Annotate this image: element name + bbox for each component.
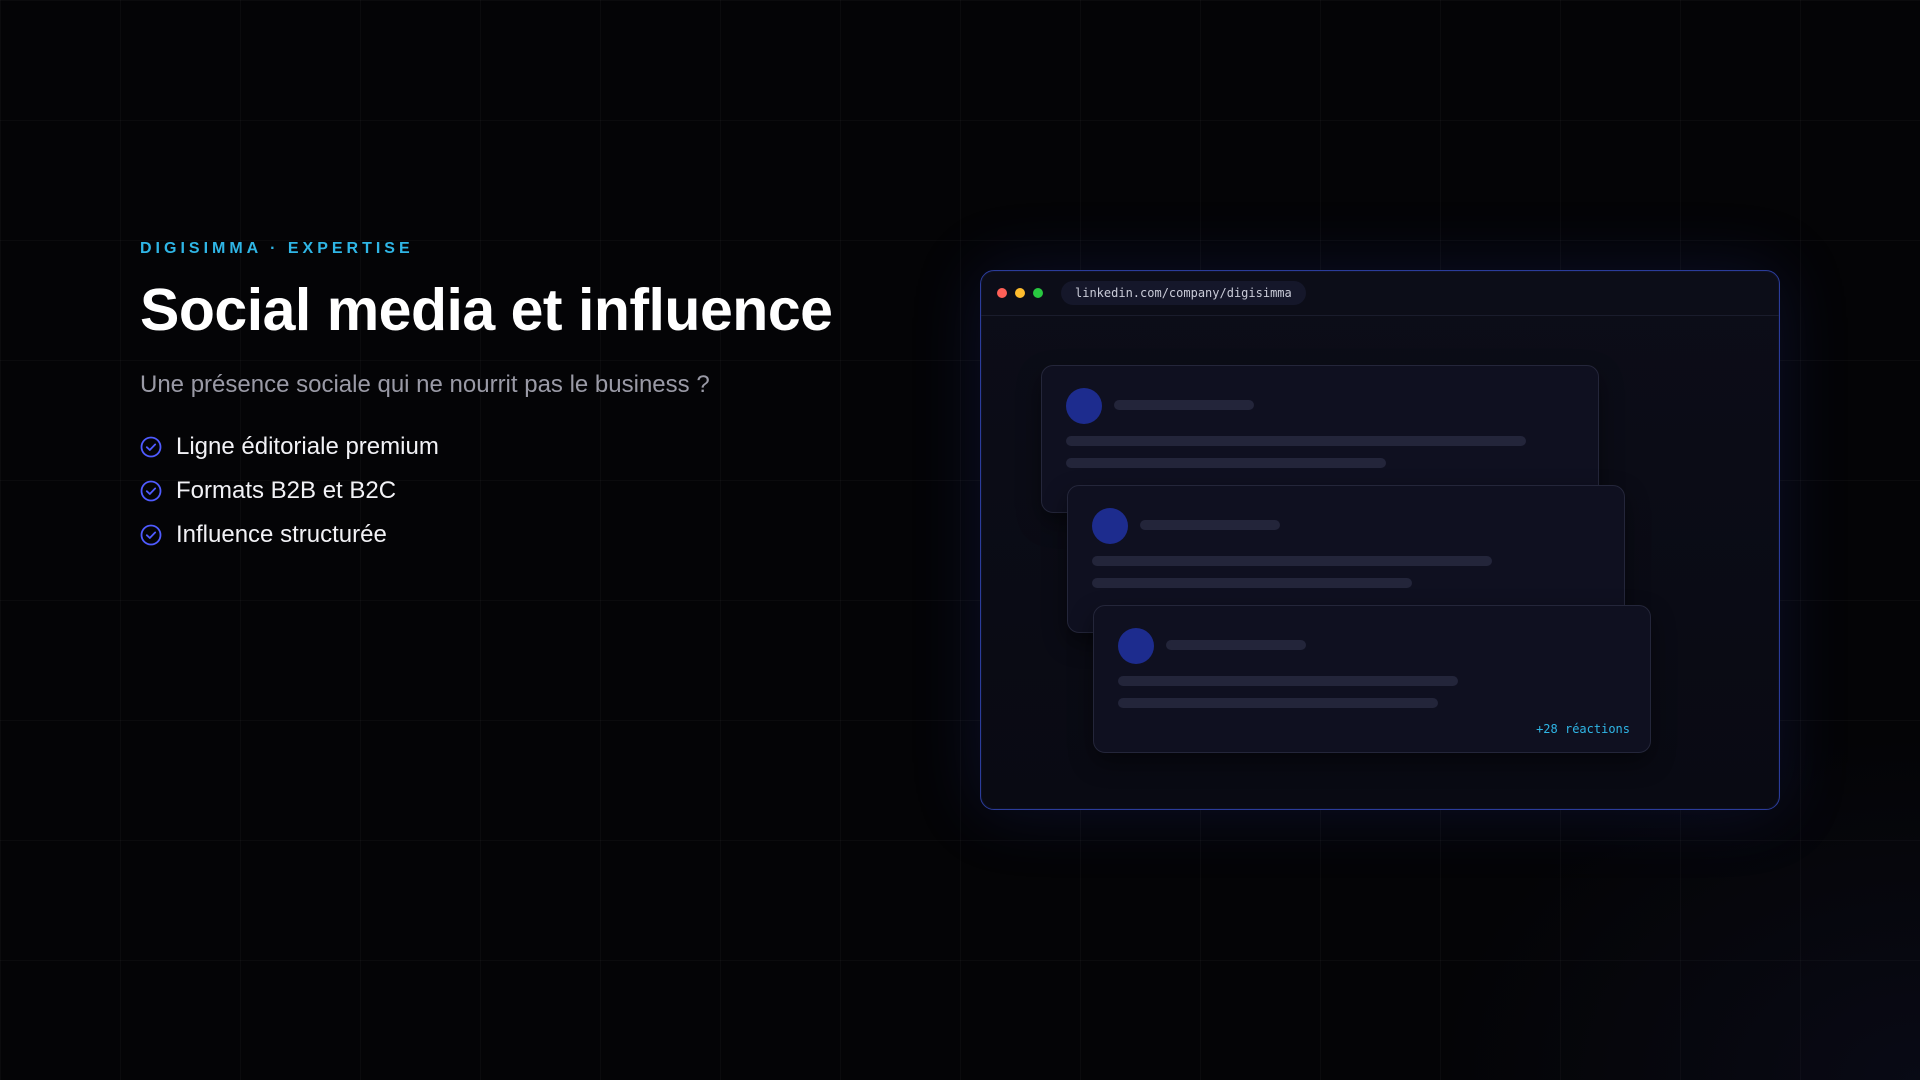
skeleton-line bbox=[1166, 640, 1306, 650]
feature-list: Ligne éditoriale premium Formats B2B et … bbox=[140, 425, 960, 557]
check-circle-icon bbox=[140, 480, 162, 502]
feature-item: Formats B2B et B2C bbox=[140, 469, 960, 513]
avatar bbox=[1118, 628, 1154, 664]
skeleton-line bbox=[1118, 698, 1438, 708]
page-title: Social media et influence bbox=[140, 277, 833, 343]
skeleton-line bbox=[1114, 400, 1254, 410]
skeleton-line bbox=[1092, 556, 1492, 566]
address-bar[interactable]: linkedin.com/company/digisimma bbox=[1061, 281, 1306, 305]
feature-item: Influence structurée bbox=[140, 513, 960, 557]
feature-label: Formats B2B et B2C bbox=[176, 476, 397, 504]
skeleton-line bbox=[1140, 520, 1280, 530]
page-subtitle: Une présence sociale qui ne nourrit pas … bbox=[140, 370, 710, 398]
close-dot[interactable] bbox=[997, 288, 1007, 298]
eyebrow-label: DIGISIMMA · EXPERTISE bbox=[140, 240, 414, 257]
skeleton-line bbox=[1066, 436, 1526, 446]
skeleton-line bbox=[1118, 676, 1458, 686]
maximize-dot[interactable] bbox=[1033, 288, 1043, 298]
feature-label: Ligne éditoriale premium bbox=[176, 432, 439, 460]
avatar bbox=[1066, 388, 1102, 424]
browser-mockup: linkedin.com/company/digisimma +28 réact… bbox=[980, 270, 1780, 810]
check-circle-icon bbox=[140, 436, 162, 458]
feature-label: Influence structurée bbox=[176, 520, 387, 548]
minimize-dot[interactable] bbox=[1015, 288, 1025, 298]
avatar bbox=[1092, 508, 1128, 544]
skeleton-line bbox=[1066, 458, 1386, 468]
hero-text: DIGISIMMA · EXPERTISE Social media et in… bbox=[140, 240, 960, 573]
reactions-count[interactable]: +28 réactions bbox=[1536, 722, 1630, 736]
skeleton-line bbox=[1092, 578, 1412, 588]
check-circle-icon bbox=[140, 524, 162, 546]
browser-topbar: linkedin.com/company/digisimma bbox=[981, 271, 1779, 316]
post-card[interactable]: +28 réactions bbox=[1093, 605, 1651, 753]
feature-item: Ligne éditoriale premium bbox=[140, 425, 960, 469]
